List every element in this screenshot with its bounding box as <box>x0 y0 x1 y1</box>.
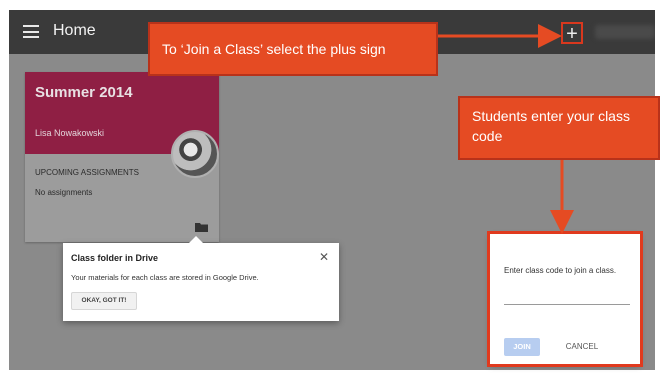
join-button[interactable]: JOIN <box>504 338 540 356</box>
plus-sign-annotation: To ‘Join a Class’ select the plus sign <box>148 22 438 76</box>
no-assignments-text: No assignments <box>35 188 93 197</box>
okay-got-it-button[interactable]: OKAY, GOT IT! <box>71 292 137 310</box>
upcoming-assignments-label: UPCOMING ASSIGNMENTS <box>35 168 140 177</box>
join-class-dialog: Enter class code to join a class. JOIN C… <box>490 234 640 364</box>
class-card[interactable]: Summer 2014 Lisa Nowakowski UPCOMING ASS… <box>25 72 219 242</box>
folder-icon[interactable] <box>195 222 208 232</box>
teacher-name: Lisa Nowakowski <box>35 128 105 138</box>
class-code-prompt: Enter class code to join a class. <box>504 266 617 275</box>
class-code-annotation: Students enter your class code <box>458 96 660 160</box>
class-title[interactable]: Summer 2014 <box>35 84 133 101</box>
tooltip-message: Your materials for each class are stored… <box>71 273 259 282</box>
class-code-input[interactable] <box>504 304 630 305</box>
drive-folder-tooltip: Class folder in Drive ✕ Your materials f… <box>63 236 339 321</box>
page-title: Home <box>53 22 96 39</box>
tooltip-arrow <box>189 236 203 243</box>
hamburger-menu-icon[interactable] <box>23 25 39 38</box>
tooltip-title: Class folder in Drive <box>71 253 159 263</box>
join-class-plus-button[interactable]: + <box>561 22 583 44</box>
cancel-button[interactable]: CANCEL <box>560 338 604 356</box>
close-icon[interactable]: ✕ <box>319 250 329 264</box>
account-area[interactable] <box>595 25 655 39</box>
teacher-avatar <box>171 130 219 178</box>
